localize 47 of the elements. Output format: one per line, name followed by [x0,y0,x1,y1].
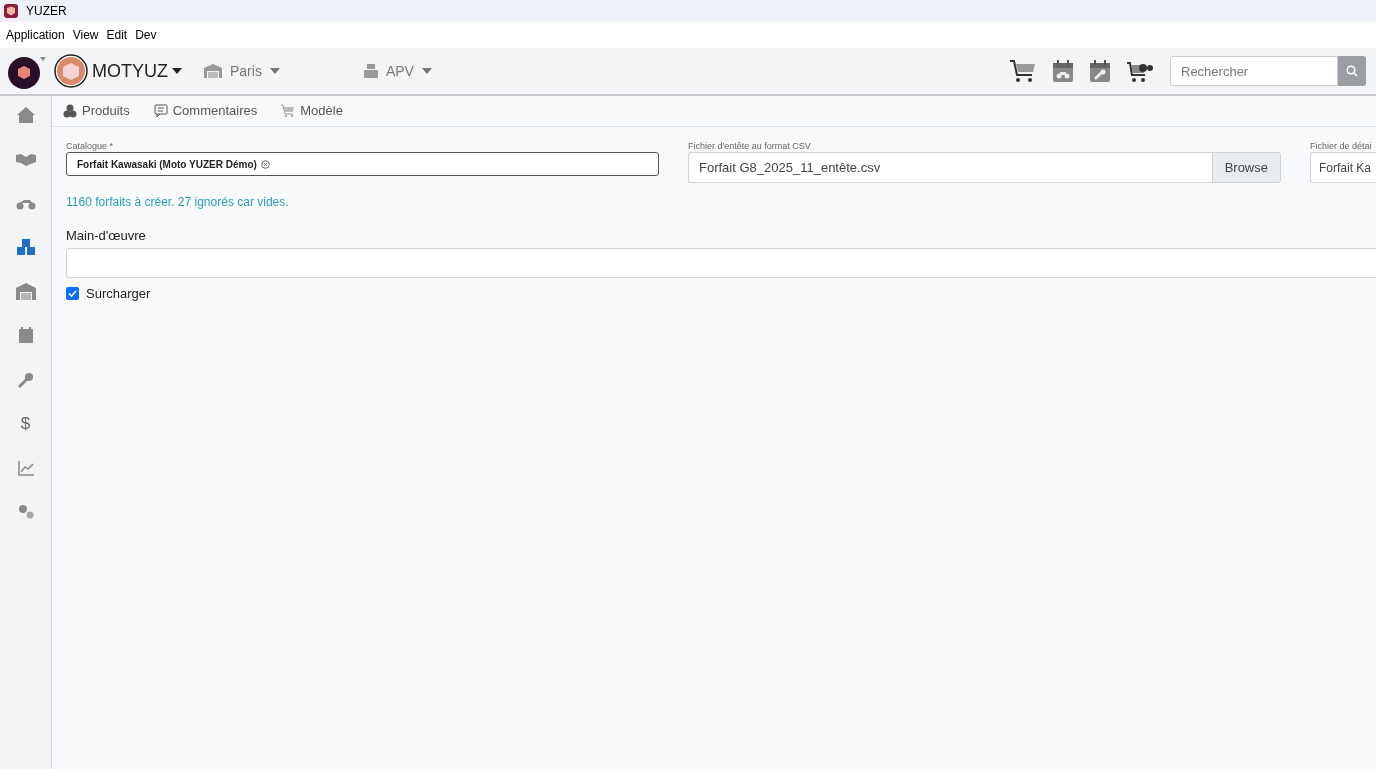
menu-item[interactable]: Application [2,26,69,44]
calendar-motorcycle-icon[interactable] [1053,60,1073,82]
company-selector[interactable]: MOTYUZ [54,54,182,88]
comment-icon [153,104,168,118]
field-label: Main-d'œuvre [66,227,147,245]
clear-icon [260,159,270,169]
checkbox[interactable] [66,286,79,300]
cubes-icon[interactable] [15,238,36,258]
garage-icon[interactable] [15,282,36,302]
window-title: YUZER [26,3,67,20]
menu-item[interactable]: Edit [102,26,132,44]
calendar-wrench-icon[interactable] [1090,60,1110,82]
cart-motorcycle-icon[interactable] [1127,60,1153,82]
field-label: Fichier d'entête au format CSV [688,141,812,152]
search-field[interactable]: Rechercher [1170,56,1338,86]
site-selector[interactable]: Paris [204,60,280,82]
chart-icon[interactable] [15,458,36,478]
status-message: 1160 forfaits à créer. 27 ignorés car vides. [66,194,290,211]
browse-button[interactable]: Browse [1211,152,1281,183]
wrench-icon[interactable] [15,370,36,390]
module-selector[interactable]: APV [363,60,432,82]
sidebar-item[interactable]: $ [20,414,31,434]
company-logo-icon [54,54,88,88]
catalogue-select[interactable]: Forfait Kawasaki (Moto YUZER Démo) [66,152,659,176]
field-label: Catalogue * [66,141,115,152]
caret-icon [421,68,432,74]
file-input[interactable]: Forfait Ka [1310,152,1376,183]
caret-icon [172,68,182,74]
search-button[interactable] [1338,56,1366,86]
search-icon [1346,65,1358,77]
file-input[interactable]: Forfait G8_2025_11_entête.csv [688,152,1212,183]
menu-item[interactable]: Dev [131,26,161,44]
tab[interactable]: Modèle [281,101,343,121]
cart-icon[interactable] [1010,59,1036,83]
checkbox-label: Surcharger [86,284,151,303]
cart-icon [281,104,296,118]
garage-icon [204,64,222,78]
cubes-icon [63,104,77,118]
app-logo-icon [4,4,18,18]
tab[interactable]: Produits [63,101,130,121]
home-icon[interactable] [15,106,36,126]
caret-icon [269,68,280,74]
labour-field[interactable] [66,247,1376,278]
cash-register-icon [363,64,378,78]
tab[interactable]: Commentaires [153,101,258,121]
menu-item[interactable]: View [68,26,103,44]
field-label: Fichier de détai [1310,141,1373,152]
